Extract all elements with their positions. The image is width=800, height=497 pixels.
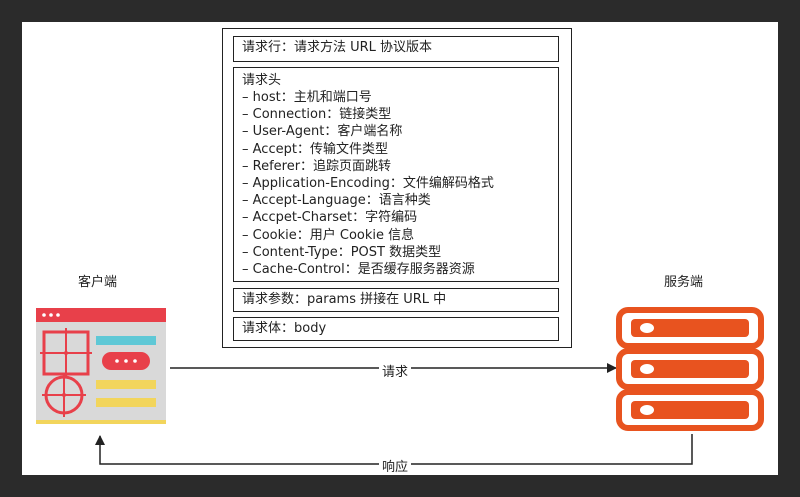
header-item: – User-Agent：客户端名称 xyxy=(242,124,403,140)
header-item: – Referer：追踪页面跳转 xyxy=(242,158,392,174)
header-item: – host：主机和端口号 xyxy=(242,90,372,105)
request-headers-section: 请求头 – host：主机和端口号 – Connection：链接类型 – Us… xyxy=(233,67,559,282)
header-item: – Accpet-Charset：字符编码 xyxy=(242,210,418,226)
diagram-canvas: 客户端 服务端 请求 响应 请求行：请求方法 URL 协议版本 请求头 – ho… xyxy=(22,22,778,475)
header-item: – Cookie：用户 Cookie 信息 xyxy=(242,227,415,243)
header-item: – Connection：链接类型 xyxy=(242,107,392,123)
header-item: – Application-Encoding：文件编解码格式 xyxy=(242,176,494,192)
http-request-structure: 请求行：请求方法 URL 协议版本 请求头 – host：主机和端口号 – Co… xyxy=(222,28,572,348)
header-item: – Accept-Language：语言种类 xyxy=(242,193,431,209)
request-line-section: 请求行：请求方法 URL 协议版本 xyxy=(233,36,559,62)
server-icon xyxy=(616,307,764,431)
request-headers-title: 请求头 xyxy=(242,73,282,88)
header-item: – Cache-Control：是否缓存服务器资源 xyxy=(242,262,475,278)
header-item: – Accept：传输文件类型 xyxy=(242,141,388,157)
request-params-section: 请求参数：params 拼接在 URL 中 xyxy=(233,288,559,312)
header-item: – Content-Type：POST 数据类型 xyxy=(242,244,442,260)
client-label: 客户端 xyxy=(78,275,118,290)
client-browser-icon xyxy=(36,308,166,424)
response-arrow-label: 响应 xyxy=(379,456,412,475)
request-body-text: 请求体：body xyxy=(242,321,327,336)
request-arrow-label: 请求 xyxy=(379,361,412,380)
request-line-text: 请求行：请求方法 URL 协议版本 xyxy=(242,40,433,55)
request-body-section: 请求体：body xyxy=(233,317,559,341)
server-label: 服务端 xyxy=(664,275,704,290)
request-params-text: 请求参数：params 拼接在 URL 中 xyxy=(242,292,447,307)
